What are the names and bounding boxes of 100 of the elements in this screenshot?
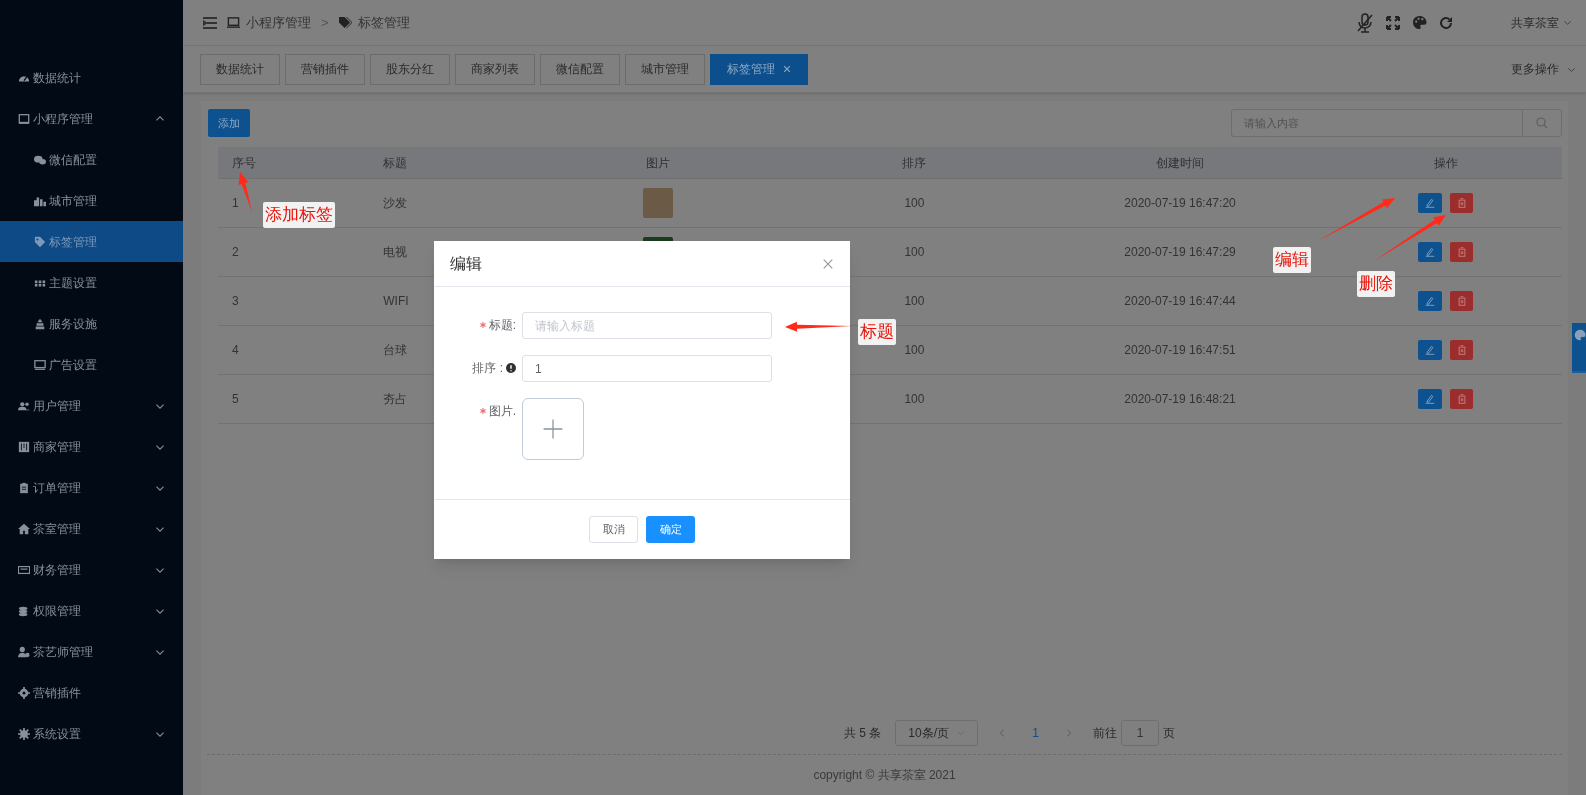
table-cell-text: 台球 [383,342,408,359]
clipboard-icon [18,481,30,494]
tab[interactable]: 商家列表 [455,53,535,85]
delete-button[interactable] [1450,389,1474,409]
breadcrumb-item[interactable]: 小程序管理 [246,12,311,33]
monitor-icon [227,16,240,29]
confirm-button[interactable]: 确定 [646,516,695,543]
breadcrumb-separator: > [321,13,329,32]
tab[interactable]: 标签管理 [710,53,808,85]
more-actions-dropdown[interactable]: 更多操作 [1511,60,1576,78]
image-upload-button[interactable] [522,398,584,460]
tab[interactable]: 股东分红 [370,53,450,85]
goto-page-field[interactable]: 1 [1121,720,1159,746]
sidebar-item[interactable]: 用户管理 [0,385,183,426]
annotation-text: 标题 [858,319,896,345]
tab[interactable]: 微信配置 [540,53,620,85]
gear-icon [18,686,30,699]
add-button[interactable]: 添加 [208,109,250,137]
microphone-off-icon[interactable] [1356,12,1374,33]
close-button[interactable] [822,257,834,270]
fullscreen-icon[interactable] [1386,15,1400,30]
table-cell-text: 100 [904,195,925,212]
edit-button[interactable] [1418,242,1443,262]
sidebar-subitem[interactable]: 主题设置 [0,262,183,303]
sidebar-item[interactable]: 茶室管理 [0,508,183,549]
field-label: 图片. [488,403,516,420]
table-cell-text: 4 [232,342,239,359]
sidebar-item[interactable]: 小程序管理 [0,98,183,139]
edit-button[interactable] [1418,389,1443,409]
house-icon [18,522,30,535]
tab[interactable]: 数据统计 [200,53,280,85]
sidebar-item[interactable]: 茶艺师管理 [0,631,183,672]
table-cell-text: 2020-07-19 16:47:44 [1124,293,1236,310]
pencil-icon [1425,296,1436,306]
search-icon [1536,117,1548,129]
column-header: 创建时间 [1156,154,1204,172]
tab[interactable]: 营销插件 [285,53,365,85]
edit-button[interactable] [1418,340,1443,360]
delete-button[interactable] [1450,291,1474,311]
plus-icon [542,418,564,440]
dialog-title: 编辑 [450,253,482,274]
chevron-right-icon [1065,729,1073,737]
column-header: 图片 [645,154,670,172]
title-field[interactable]: 请输入标题 [522,312,772,339]
menu-icon[interactable] [203,16,217,29]
delete-button[interactable] [1450,193,1474,213]
table-cell-text: WIFI [383,293,409,310]
sidebar-item[interactable]: 营销插件 [0,672,183,713]
page-size-select[interactable]: 10条/页 [895,720,979,746]
tags-icon [338,16,352,29]
screen-icon [34,358,46,371]
goto-label: 前往 [1093,725,1117,742]
column-header: 标题 [383,154,408,172]
table-cell-text: 沙发 [383,195,408,212]
edit-button[interactable] [1418,291,1443,311]
field-label: 标题: [488,317,516,334]
side-theme-tab[interactable] [1572,323,1586,373]
monitor-icon [18,112,30,125]
delete-button[interactable] [1450,340,1474,360]
chevron-down-icon [1563,18,1572,27]
palette-icon[interactable] [1412,15,1427,30]
annotation-text: 删除 [1357,271,1395,297]
table-cell-text: 2 [232,244,239,261]
sidebar-item[interactable]: 商家管理 [0,426,183,467]
coins-icon [18,604,30,617]
table-cell-text: 电视 [383,244,408,261]
table-cell-text: 5 [232,391,239,408]
close-icon [822,257,834,270]
sidebar-subitem[interactable]: 城市管理 [0,180,183,221]
sidebar-item[interactable]: 财务管理 [0,549,183,590]
annotation-text: 编辑 [1273,247,1311,273]
table-cell-text: 2020-07-19 16:47:51 [1124,342,1236,359]
user-badge-icon [18,645,30,658]
pencil-icon [1425,394,1436,404]
sidebar-item[interactable]: 订单管理 [0,467,183,508]
tab[interactable]: 城市管理 [625,53,705,85]
table-cell-text: 100 [904,391,925,408]
annotation-arrow [238,172,252,212]
sidebar-subitem[interactable]: 微信配置 [0,139,183,180]
column-header: 操作 [1433,154,1458,172]
delete-button[interactable] [1450,242,1474,262]
sidebar-item[interactable]: 数据统计 [0,57,183,98]
sort-field[interactable]: 1 [522,355,772,382]
total-count: 共 5 条 [844,725,882,742]
sidebar-subitem[interactable]: 服务设施 [0,303,183,344]
goto-suffix: 页 [1163,725,1175,742]
user-menu[interactable]: 共享茶室 [1511,13,1572,32]
breadcrumb-item[interactable]: 标签管理 [357,12,410,33]
settings-icon [18,727,30,740]
chevron-left-icon [998,729,1007,737]
edit-button[interactable] [1418,193,1443,213]
chat-bubbles-icon [34,153,46,166]
refresh-icon[interactable] [1439,15,1453,30]
sidebar-item[interactable]: 权限管理 [0,590,183,631]
sidebar-item[interactable]: 系统设置 [0,713,183,754]
search-button[interactable] [1523,109,1562,137]
cancel-button[interactable]: 取消 [589,516,638,543]
table-cell-text: 2020-07-19 16:48:21 [1124,391,1236,408]
table-cell-text: 3 [232,293,239,310]
sidebar-subitem[interactable]: 广告设置 [0,344,183,385]
